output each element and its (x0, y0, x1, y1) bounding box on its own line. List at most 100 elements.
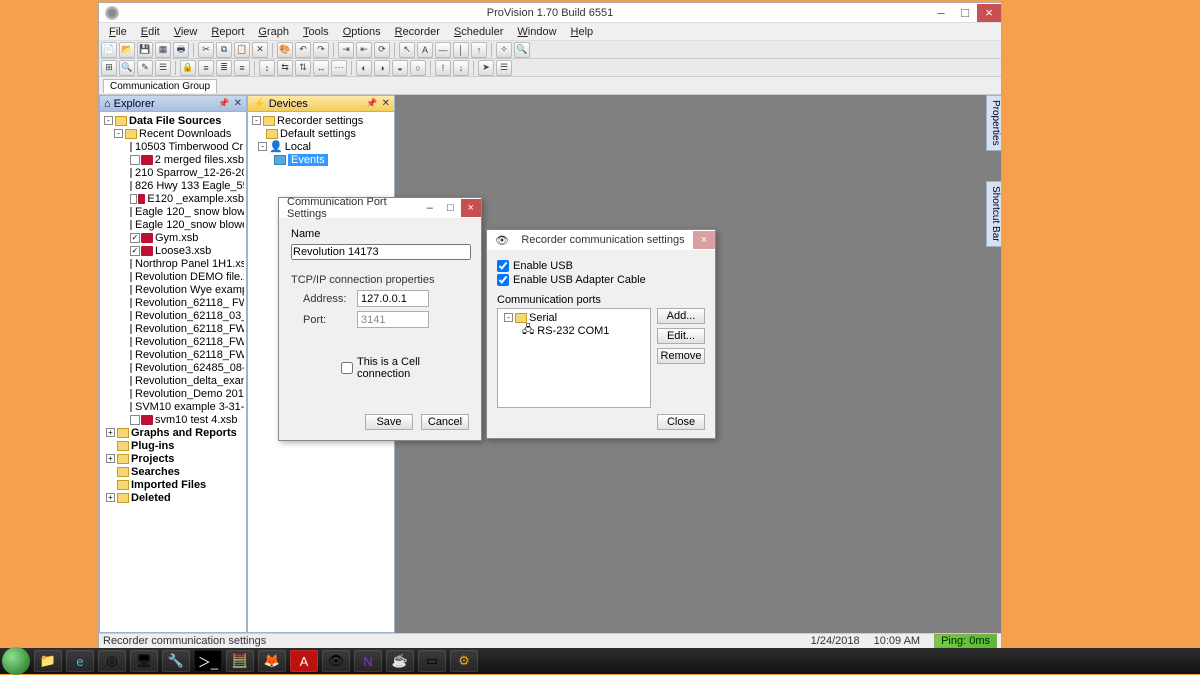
tb-tools-icon[interactable]: ✧ (496, 42, 512, 58)
tb2-left-icon[interactable]: ≡ (198, 60, 214, 76)
taskbar-java-icon[interactable]: ☕ (386, 650, 414, 672)
start-button[interactable] (2, 647, 30, 675)
remove-button[interactable]: Remove (657, 348, 705, 364)
tb-undo-icon[interactable]: ↶ (295, 42, 311, 58)
tb-vline-icon[interactable]: │ (453, 42, 469, 58)
tree-row[interactable]: Revolution_62118_FW test (102, 322, 244, 335)
tree-row[interactable]: Plug-ins (102, 439, 244, 452)
menu-file[interactable]: File (103, 26, 133, 38)
tb-save-icon[interactable]: 💾 (137, 42, 153, 58)
tree-row[interactable]: 2 merged files.xsb (102, 153, 244, 166)
pin-icon[interactable]: 📌 (218, 98, 229, 109)
tb2-lock-icon[interactable]: 🔒 (180, 60, 196, 76)
tb-open-icon[interactable]: 📂 (119, 42, 135, 58)
tb2-down-icon[interactable]: ↓ (453, 60, 469, 76)
dialog-close-icon[interactable]: × (461, 199, 481, 217)
adapter-checkbox[interactable] (497, 274, 509, 286)
tree-row[interactable]: 826 Hwy 133 Eagle_55711 (102, 179, 244, 192)
maximize-button[interactable]: □ (953, 4, 977, 22)
tb2-d-icon[interactable]: ☰ (155, 60, 171, 76)
taskbar-window-icon[interactable]: ▭ (418, 650, 446, 672)
tb-sync-icon[interactable]: ⟳ (374, 42, 390, 58)
tree-row[interactable]: Default settings (250, 127, 392, 140)
tb2-g-icon[interactable]: ⇅ (295, 60, 311, 76)
menu-report[interactable]: Report (205, 26, 250, 38)
taskbar-explorer-icon[interactable]: 📁 (34, 650, 62, 672)
save-button[interactable]: Save (365, 414, 413, 430)
tb-paste-icon[interactable]: 📋 (234, 42, 250, 58)
port-input[interactable] (357, 311, 429, 328)
menu-options[interactable]: Options (337, 26, 387, 38)
tb2-f-icon[interactable]: ⇆ (277, 60, 293, 76)
tree-row[interactable]: 🖧RS-232 COM1 (502, 324, 646, 337)
tree-row[interactable]: Revolution_62118_FW test (102, 348, 244, 361)
tree-row[interactable]: Revolution_delta_example (102, 374, 244, 387)
tree-row[interactable]: Revolution_62118_FW test (102, 335, 244, 348)
tb-cursor-icon[interactable]: ↖ (399, 42, 415, 58)
cell-checkbox[interactable] (341, 362, 353, 374)
tb2-c-icon[interactable]: ✎ (137, 60, 153, 76)
menu-help[interactable]: Help (565, 26, 600, 38)
tree-row[interactable]: +Deleted (102, 491, 244, 504)
taskbar-chrome-icon[interactable]: ◎ (98, 650, 126, 672)
tb-tile-icon[interactable]: ▦ (155, 42, 171, 58)
tree-row[interactable]: Revolution_62118_03_29_ (102, 309, 244, 322)
tree-row-selected[interactable]: Events (250, 153, 392, 166)
name-input[interactable] (291, 244, 471, 260)
tb2-right-icon[interactable]: ≡ (234, 60, 250, 76)
tree-row[interactable]: Revolution Wye example- J (102, 283, 244, 296)
tb-text-icon[interactable]: A (417, 42, 433, 58)
tb2-k-icon[interactable]: ◑ (374, 60, 390, 76)
tree-row[interactable]: -👤Local (250, 140, 392, 153)
tree-row[interactable]: Revolution DEMO file.xsb (102, 270, 244, 283)
dialog-minimize-icon[interactable]: – (420, 199, 440, 217)
tb-delete-icon[interactable]: ✕ (252, 42, 268, 58)
tree-row[interactable]: Searches (102, 465, 244, 478)
taskbar-acrobat-icon[interactable]: A (290, 650, 318, 672)
tb2-center-icon[interactable]: ≣ (216, 60, 232, 76)
tb2-m-icon[interactable]: ○ (410, 60, 426, 76)
minimize-button[interactable]: – (929, 4, 953, 22)
sidetab-properties[interactable]: Properties (986, 95, 1002, 151)
tree-row[interactable]: ✓Loose3.xsb (102, 244, 244, 257)
menu-tools[interactable]: Tools (297, 26, 335, 38)
taskbar-gear-icon[interactable]: ⚙ (450, 650, 478, 672)
taskbar-eye-icon[interactable]: 👁 (322, 650, 350, 672)
taskbar-terminal-icon[interactable]: ＞_ (194, 650, 222, 672)
taskbar-firefox-icon[interactable]: 🦊 (258, 650, 286, 672)
tree-row[interactable]: svm10 test 4.xsb (102, 413, 244, 426)
tree-row[interactable]: +Graphs and Reports (102, 426, 244, 439)
panel-close-icon[interactable]: ✕ (234, 98, 242, 109)
ports-listbox[interactable]: -Serial 🖧RS-232 COM1 (497, 308, 651, 408)
tree-row[interactable]: Eagle 120_snow blower_12 (102, 218, 244, 231)
tb-copy-icon[interactable]: ⧉ (216, 42, 232, 58)
tb-zoom-icon[interactable]: 🔍 (514, 42, 530, 58)
taskbar-calc-icon[interactable]: 🧮 (226, 650, 254, 672)
tb2-j-icon[interactable]: ◐ (356, 60, 372, 76)
menu-view[interactable]: View (168, 26, 204, 38)
address-input[interactable] (357, 290, 429, 307)
tb-import-icon[interactable]: ⇤ (356, 42, 372, 58)
tree-row[interactable]: Northrop Panel 1H1.xsb (102, 257, 244, 270)
tree-row[interactable]: -Data File Sources (102, 114, 244, 127)
menu-scheduler[interactable]: Scheduler (448, 26, 510, 38)
tb-redo-icon[interactable]: ↷ (313, 42, 329, 58)
taskbar-app-icon[interactable]: 🖥 (130, 650, 158, 672)
tb2-i-icon[interactable]: ⋯ (331, 60, 347, 76)
tree-row[interactable]: SVM10 example 3-31-11.x (102, 400, 244, 413)
tree-row[interactable]: Imported Files (102, 478, 244, 491)
tree-row[interactable]: ✓Gym.xsb (102, 231, 244, 244)
tree-row[interactable]: -Recorder settings (250, 114, 392, 127)
tree-row[interactable]: 210 Sparrow_12-26-2017.n (102, 166, 244, 179)
tb-line-icon[interactable]: — (435, 42, 451, 58)
dialog-maximize-icon[interactable]: □ (440, 199, 460, 217)
tree-row[interactable]: 10503 Timberwood Cr WR# (102, 140, 244, 153)
tb-color-icon[interactable]: 🎨 (277, 42, 293, 58)
tb2-e-icon[interactable]: ↕ (259, 60, 275, 76)
cancel-button[interactable]: Cancel (421, 414, 469, 430)
tree-row[interactable]: Eagle 120_ snow blower 2 (102, 205, 244, 218)
tb2-warn-icon[interactable]: ! (435, 60, 451, 76)
add-button[interactable]: Add... (657, 308, 705, 324)
group-tab[interactable]: Communication Group (103, 79, 217, 93)
tb2-a-icon[interactable]: ⊞ (101, 60, 117, 76)
